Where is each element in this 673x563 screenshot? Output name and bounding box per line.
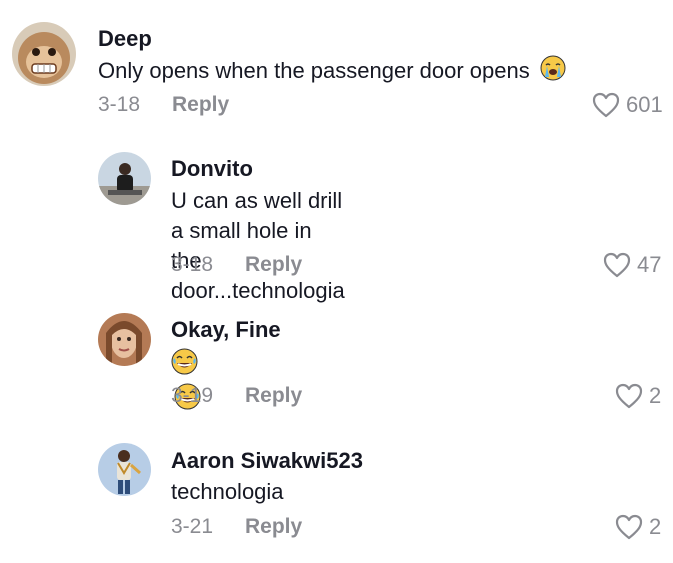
face-with-tears-of-joy-icon: [171, 348, 198, 383]
avatar[interactable]: [98, 152, 151, 205]
like-button[interactable]: 2: [615, 514, 661, 540]
comment-date: 3-18: [98, 93, 141, 116]
reply-button[interactable]: Reply: [245, 515, 302, 539]
like-button[interactable]: 47: [603, 252, 661, 278]
comment-text-body: Only opens when the passenger door opens: [98, 57, 530, 83]
username[interactable]: Aaron Siwakwi523: [171, 448, 363, 474]
comment-date: 3-21: [171, 515, 214, 538]
like-count: 2: [649, 383, 662, 408]
comment-text: technologia: [171, 479, 284, 504]
comment-text-line: door...technologia: [171, 278, 345, 303]
avatar[interactable]: [12, 22, 76, 86]
heart-icon: [592, 92, 620, 118]
avatar[interactable]: [98, 313, 151, 366]
comment-date: 3-19: [171, 384, 214, 407]
like-count: 2: [649, 514, 662, 539]
reply-button[interactable]: Reply: [245, 384, 302, 408]
heart-icon: [603, 252, 631, 278]
comment-text: Only opens when the passenger door opens: [98, 55, 566, 89]
heart-icon: [615, 514, 643, 540]
reply-button[interactable]: Reply: [245, 253, 302, 277]
avatar[interactable]: [98, 443, 151, 496]
comment-date: 3-18: [171, 253, 214, 276]
like-count: 47: [637, 252, 662, 277]
like-button[interactable]: 601: [592, 92, 663, 118]
like-count: 601: [626, 92, 663, 117]
like-button[interactable]: 2: [615, 383, 661, 409]
username[interactable]: Deep: [98, 26, 152, 52]
comment-text: U can as well drill a small hole in the …: [171, 186, 345, 306]
loudly-crying-face-icon: [540, 55, 566, 89]
username[interactable]: Donvito: [171, 156, 253, 182]
heart-icon: [615, 383, 643, 409]
username[interactable]: Okay, Fine: [171, 317, 281, 343]
reply-button[interactable]: Reply: [172, 93, 229, 117]
